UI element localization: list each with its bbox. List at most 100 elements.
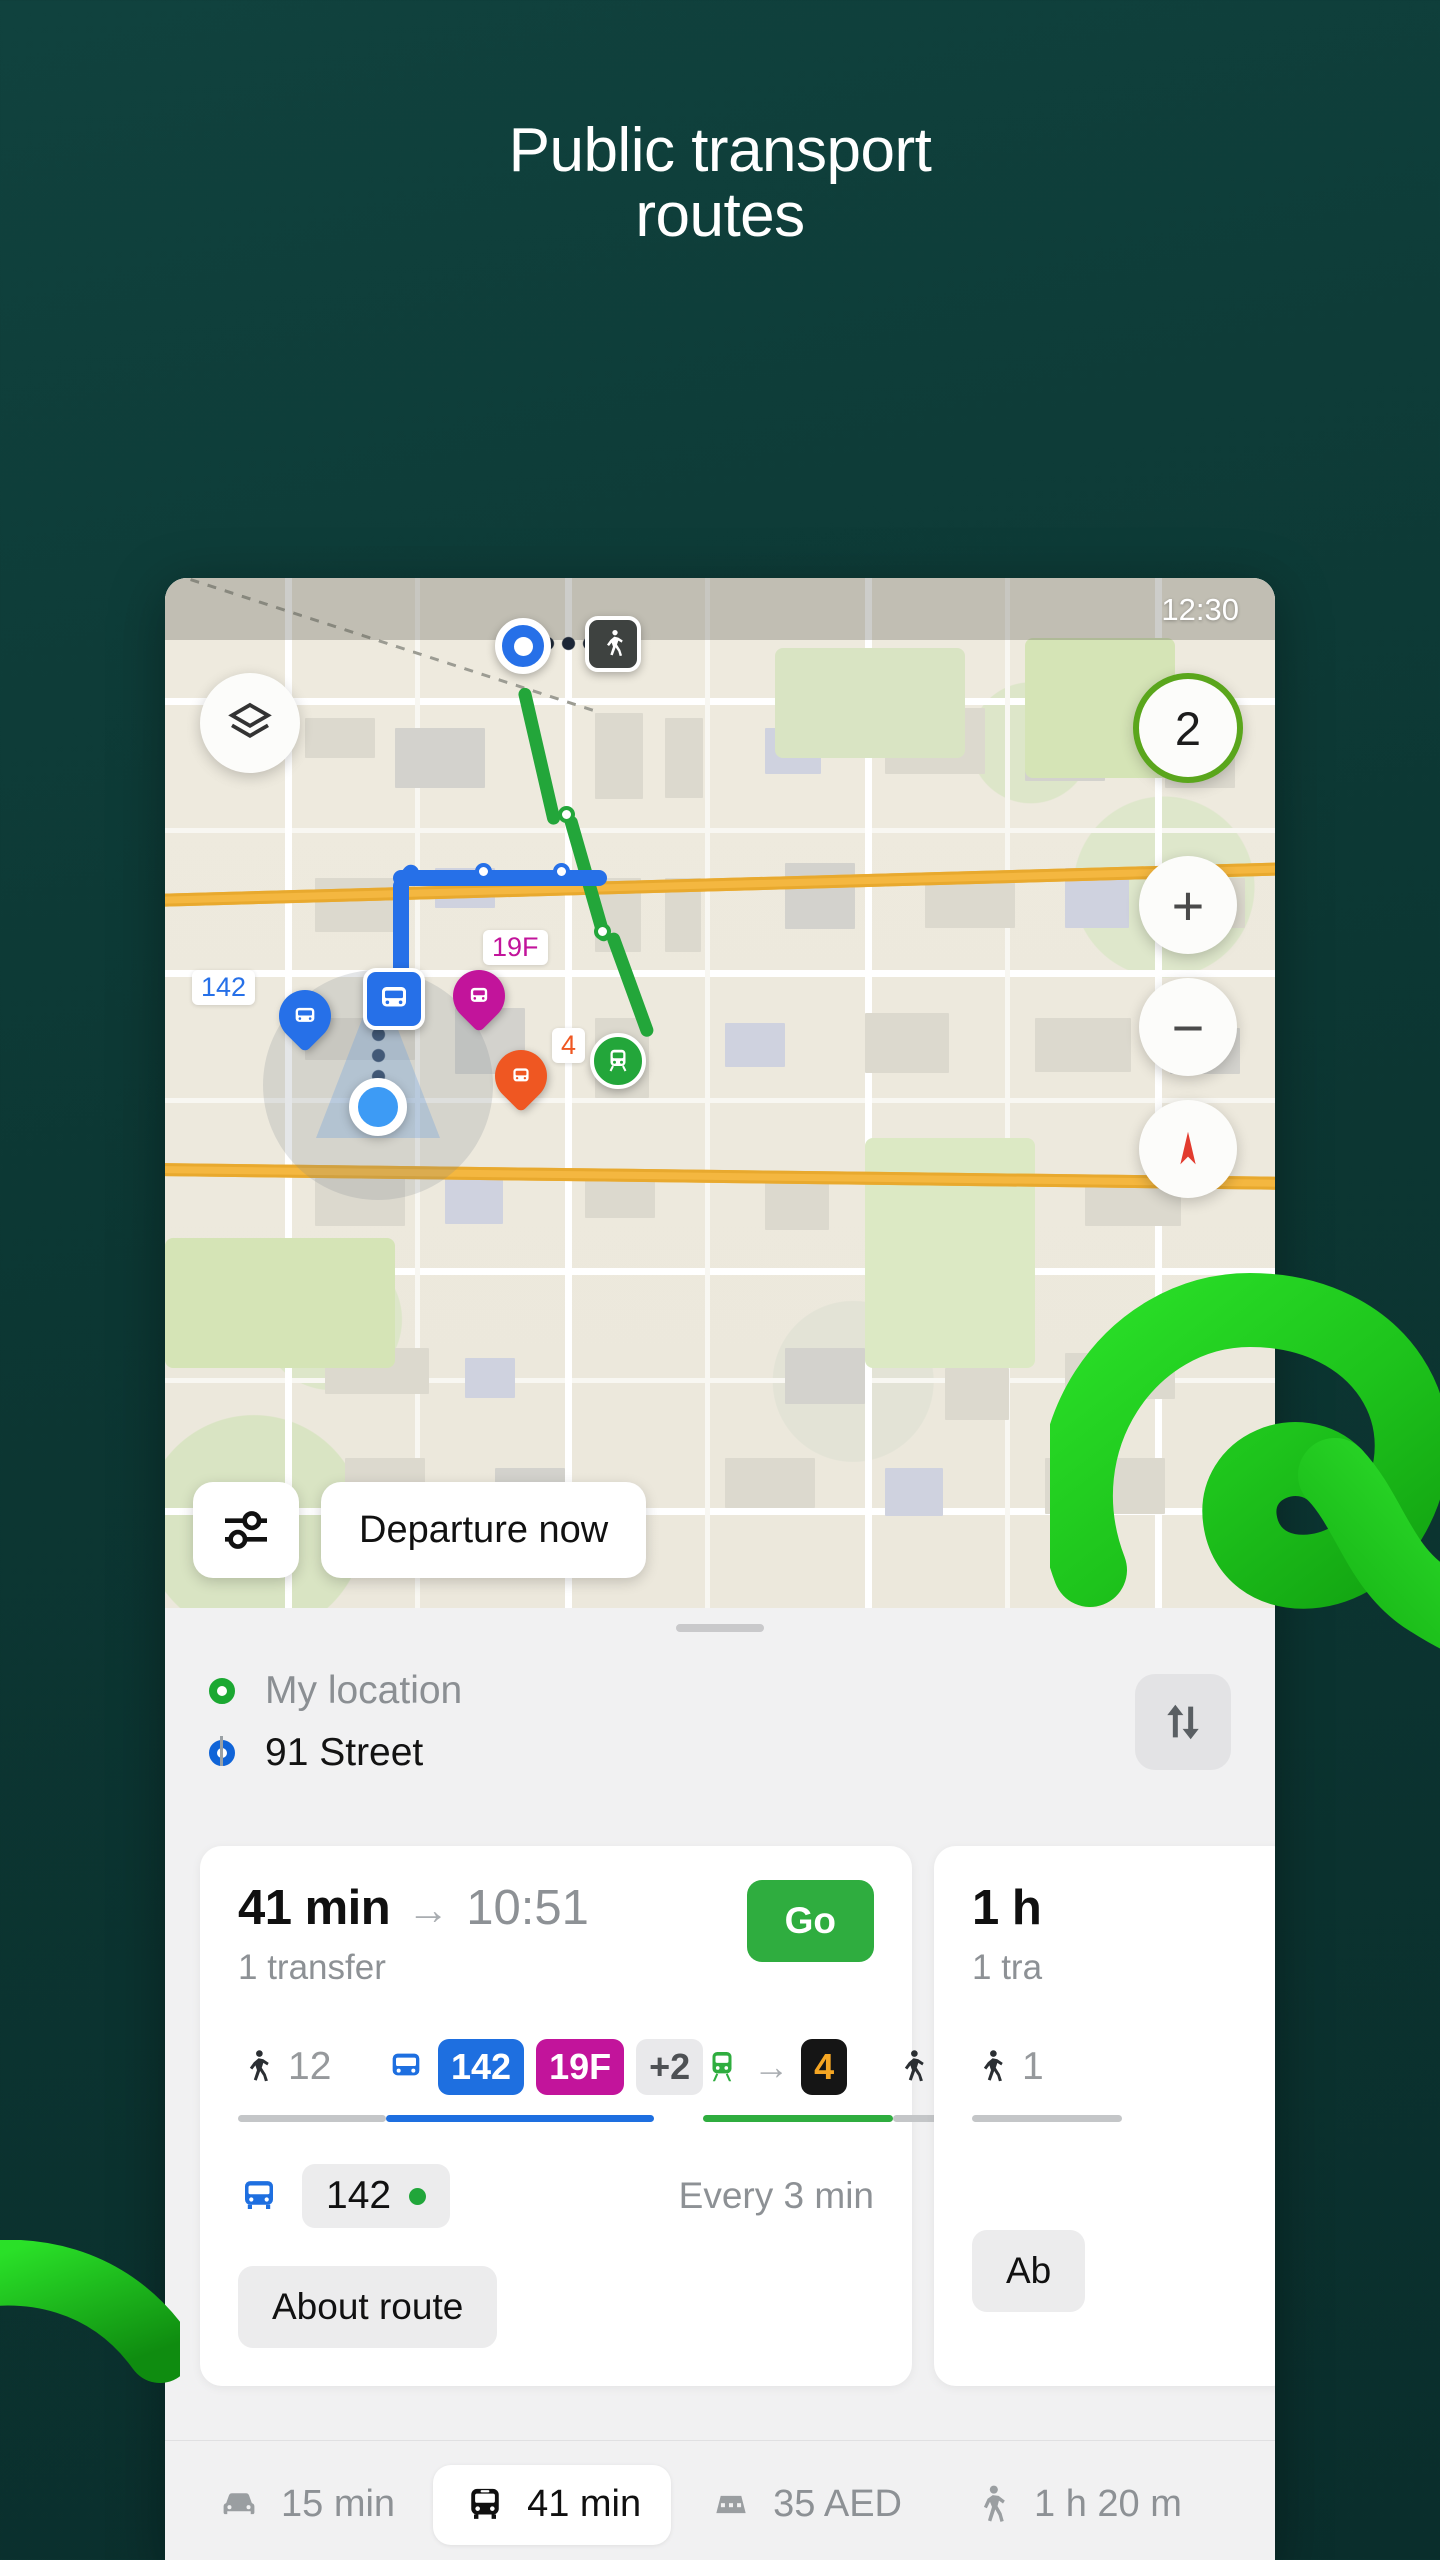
leg-walk-3-minutes: 1 xyxy=(1022,2045,1044,2088)
leg-train-chip-4[interactable]: 4 xyxy=(801,2039,848,2095)
origin-marker-icon xyxy=(209,1678,235,1704)
route-filter-button[interactable] xyxy=(193,1482,299,1578)
walking-icon xyxy=(249,2050,269,2082)
route-card-primary[interactable]: 41 min → 10:51 1 transfer Go 12 142 19F … xyxy=(200,1846,980,2386)
walk-icon xyxy=(983,2485,1005,2522)
map-canvas[interactable]: 12:30 142 19F 4 2 + − Departure now xyxy=(165,578,1275,1608)
route-transfers-2: 1 tra xyxy=(972,1948,1043,1987)
route-arrival-time: 10:51 xyxy=(466,1881,589,1935)
page-title: Public transport routes xyxy=(0,118,1440,248)
route-transfers: 1 transfer xyxy=(238,1948,386,1987)
bus-icon xyxy=(471,2488,499,2519)
tab-taxi[interactable]: 35 AED xyxy=(679,2465,932,2545)
leg-bus-chip-142[interactable]: 142 xyxy=(438,2039,525,2095)
bus-icon xyxy=(392,2053,420,2076)
tram-stop-19f[interactable] xyxy=(442,959,516,1033)
bus-stop-142-label: 142 xyxy=(192,970,256,1005)
leg-walk-1-bar xyxy=(238,2115,386,2122)
tab-transit-label: 41 min xyxy=(527,2483,642,2525)
origin-field[interactable]: My location xyxy=(209,1660,1135,1722)
live-status-dot xyxy=(409,2187,427,2205)
tab-car[interactable]: 15 min xyxy=(187,2465,425,2545)
bus-stop-4[interactable] xyxy=(484,1039,558,1113)
swap-vertical-icon xyxy=(1167,1704,1199,1740)
about-route-button[interactable]: About route xyxy=(238,2266,498,2348)
transport-mode-tabbar: 15 min 41 min 35 AED 1 h 20 m xyxy=(165,2440,1275,2560)
leg-bus-chip-more[interactable]: +2 xyxy=(636,2039,704,2095)
destination-label: 91 Street xyxy=(265,1731,424,1774)
walk-step-badge[interactable] xyxy=(585,616,641,672)
tab-walk[interactable]: 1 h 20 m xyxy=(940,2465,1212,2545)
departure-time-button[interactable]: Departure now xyxy=(321,1482,647,1578)
arrow-icon: → xyxy=(407,1886,450,1933)
endpoint-fields: My location 91 Street xyxy=(165,1632,1275,1804)
status-bar xyxy=(165,578,1275,640)
tab-taxi-label: 35 AED xyxy=(773,2483,902,2525)
tram-icon xyxy=(470,987,488,1002)
map-bottom-controls: Departure now xyxy=(193,1482,647,1578)
leg-walk-1: 12 xyxy=(238,2034,386,2122)
route-count-badge[interactable]: 2 xyxy=(1133,673,1243,783)
my-location-dot[interactable] xyxy=(349,1078,407,1136)
origin-label: My location xyxy=(265,1669,463,1712)
train-stop-badge[interactable] xyxy=(590,1033,646,1089)
go-button[interactable]: Go xyxy=(746,1880,874,1962)
phone-mockup: 12:30 142 19F 4 2 + − Departure now My l… xyxy=(165,578,1275,2560)
map-layers-button[interactable] xyxy=(200,673,300,773)
layers-icon xyxy=(228,702,272,738)
leg-walk-1-minutes: 12 xyxy=(288,2045,332,2088)
tab-car-label: 15 min xyxy=(281,2483,396,2525)
compass-icon xyxy=(1180,1131,1196,1165)
route-cards: 41 min → 10:51 1 transfer Go 12 142 19F … xyxy=(165,1846,1275,2386)
live-route-number: 142 xyxy=(326,2174,392,2217)
compass-button[interactable] xyxy=(1139,1100,1237,1198)
train-icon xyxy=(609,1049,627,1072)
leg-train-bar xyxy=(703,2115,894,2122)
route-sheet: My location 91 Street 41 min → 10:51 1 t… xyxy=(165,1608,1275,2560)
bus-icon xyxy=(513,1068,529,1082)
leg-bus-chip-19f[interactable]: 19F xyxy=(536,2039,625,2095)
destination-field[interactable]: 91 Street xyxy=(209,1722,1135,1784)
zoom-in-button[interactable]: + xyxy=(1139,856,1237,954)
route-legs: 12 142 19F +2 → 4 xyxy=(238,2034,980,2122)
swap-endpoints-button[interactable] xyxy=(1135,1674,1231,1770)
leg-bus: 142 19F +2 xyxy=(386,2034,704,2122)
bus-stop-selected[interactable] xyxy=(363,968,425,1030)
bus-stop-4-label: 4 xyxy=(552,1028,586,1063)
walking-icon xyxy=(905,2050,924,2082)
live-route-chip[interactable]: 142 xyxy=(302,2164,451,2228)
leg-train-arrow-icon: → xyxy=(753,2046,790,2087)
tab-transit[interactable]: 41 min xyxy=(433,2464,672,2545)
bus-stop-142[interactable] xyxy=(268,979,342,1053)
status-clock: 12:30 xyxy=(1161,592,1239,627)
leg-walk-3-bar xyxy=(972,2115,1122,2122)
car-icon xyxy=(223,2492,255,2514)
train-icon xyxy=(712,2051,732,2082)
walking-icon xyxy=(607,630,623,656)
route-duration: 41 min xyxy=(238,1881,391,1935)
page-title-line2: routes xyxy=(635,181,805,251)
leg-bus-bar xyxy=(386,2115,654,2122)
route-live-row: 142 Every 3 min xyxy=(238,2164,874,2228)
route-frequency: Every 3 min xyxy=(678,2175,874,2216)
zoom-out-button[interactable]: − xyxy=(1139,978,1237,1076)
walking-icon xyxy=(983,2050,1003,2082)
endpoint-connector xyxy=(220,1736,223,1766)
route-duration-2: 1 h xyxy=(972,1881,1042,1935)
tab-walk-label: 1 h 20 m xyxy=(1034,2483,1182,2525)
bus-icon xyxy=(382,987,406,1007)
leg-walk-3: 1 xyxy=(972,2034,1122,2122)
origin-location-dot[interactable] xyxy=(495,618,551,674)
sliders-icon xyxy=(225,1511,267,1549)
leg-train: → 4 xyxy=(703,2034,894,2122)
taxi-icon xyxy=(716,2495,746,2513)
page-title-line1: Public transport xyxy=(508,116,932,185)
bus-icon xyxy=(295,1007,315,1022)
about-route-button-2[interactable]: Ab xyxy=(972,2230,1086,2312)
tram-stop-19f-label: 19F xyxy=(483,930,548,965)
decorative-green-ribbon-corner xyxy=(0,2240,180,2400)
route-legs-2: 1 xyxy=(972,2034,1256,2122)
sheet-grabber[interactable] xyxy=(676,1624,764,1632)
bus-icon xyxy=(245,2181,273,2209)
route-card-secondary[interactable]: 1 h 1 tra 1 Ab xyxy=(934,1846,1275,2386)
